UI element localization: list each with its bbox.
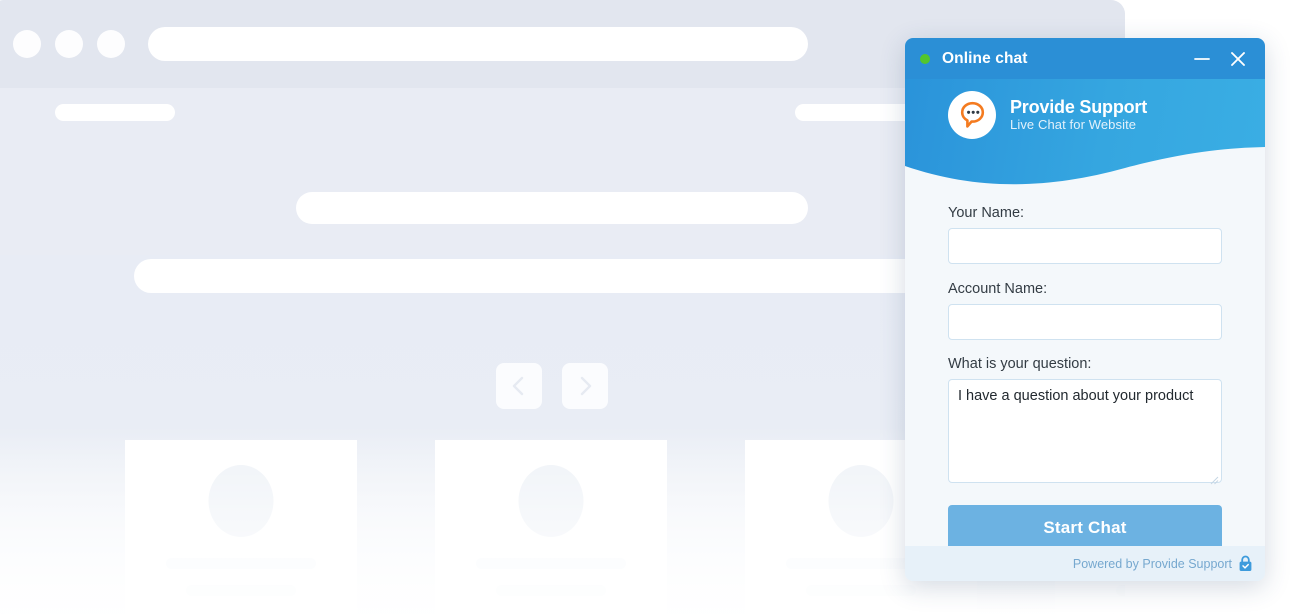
hero-placeholder-2 (134, 259, 969, 293)
card-line-primary (476, 558, 626, 569)
online-chat-widget: Online chat Provide Support Live Chat fo… (905, 38, 1265, 581)
avatar-placeholder-icon (828, 465, 894, 537)
your-name-input[interactable] (948, 228, 1222, 264)
online-status-dot-icon (920, 53, 930, 64)
browser-dot-2 (55, 30, 83, 58)
powered-by-label: Powered by Provide Support (1072, 556, 1232, 571)
your-name-label: Your Name: (948, 205, 1025, 221)
brand-text: Provide Support Live Chat for Website (1010, 97, 1147, 133)
chat-bubble-p-icon (960, 101, 985, 128)
content-card (125, 440, 357, 614)
account-name-input[interactable] (948, 304, 1222, 340)
chat-header-actions (1187, 44, 1253, 74)
minimize-icon (1194, 57, 1210, 60)
minimize-button[interactable] (1187, 44, 1217, 74)
chat-brand-banner: Provide Support Live Chat for Website (905, 79, 1265, 189)
card-line-secondary (186, 585, 296, 596)
brand-lockup: Provide Support Live Chat for Website (948, 91, 1147, 139)
card-line-primary (166, 558, 316, 569)
close-icon (1231, 51, 1245, 66)
account-name-label: Account Name: (948, 281, 1048, 297)
browser-dot-1 (13, 30, 41, 58)
chat-widget-header: Online chat (905, 38, 1265, 79)
chat-pre-chat-form: Your Name: Account Name: What is your qu… (905, 189, 1265, 550)
provide-support-logo-icon (948, 91, 996, 139)
hero-placeholder-1 (296, 192, 808, 224)
chevron-right-icon (580, 376, 592, 396)
url-bar[interactable] (148, 27, 808, 61)
start-chat-button[interactable]: Start Chat (948, 505, 1222, 550)
card-line-secondary (1116, 585, 1125, 596)
screen: Online chat Provide Support Live Chat fo… (0, 0, 1296, 614)
carousel-prev-button[interactable] (496, 363, 542, 409)
carousel-next-button[interactable] (562, 363, 608, 409)
brand-tagline: Live Chat for Website (1010, 116, 1137, 132)
brand-name: Provide Support (1010, 97, 1148, 118)
avatar-placeholder-icon (518, 465, 584, 537)
chat-widget-footer: Powered by Provide Support (905, 546, 1265, 581)
browser-dot-3 (97, 30, 125, 58)
question-textarea-wrapper (948, 379, 1222, 488)
close-button[interactable] (1223, 44, 1253, 74)
question-label: What is your question: (948, 356, 1092, 372)
card-line-secondary (496, 585, 606, 596)
avatar-placeholder-icon (208, 465, 274, 537)
question-textarea[interactable] (948, 379, 1222, 483)
chat-widget-title: Online chat (942, 49, 1028, 67)
card-line-secondary (806, 585, 916, 596)
nav-placeholder-left (55, 104, 175, 121)
brand-wave-divider (905, 147, 1265, 189)
chevron-left-icon (512, 376, 524, 396)
secure-lock-icon[interactable] (1238, 555, 1253, 572)
content-card (435, 440, 667, 614)
